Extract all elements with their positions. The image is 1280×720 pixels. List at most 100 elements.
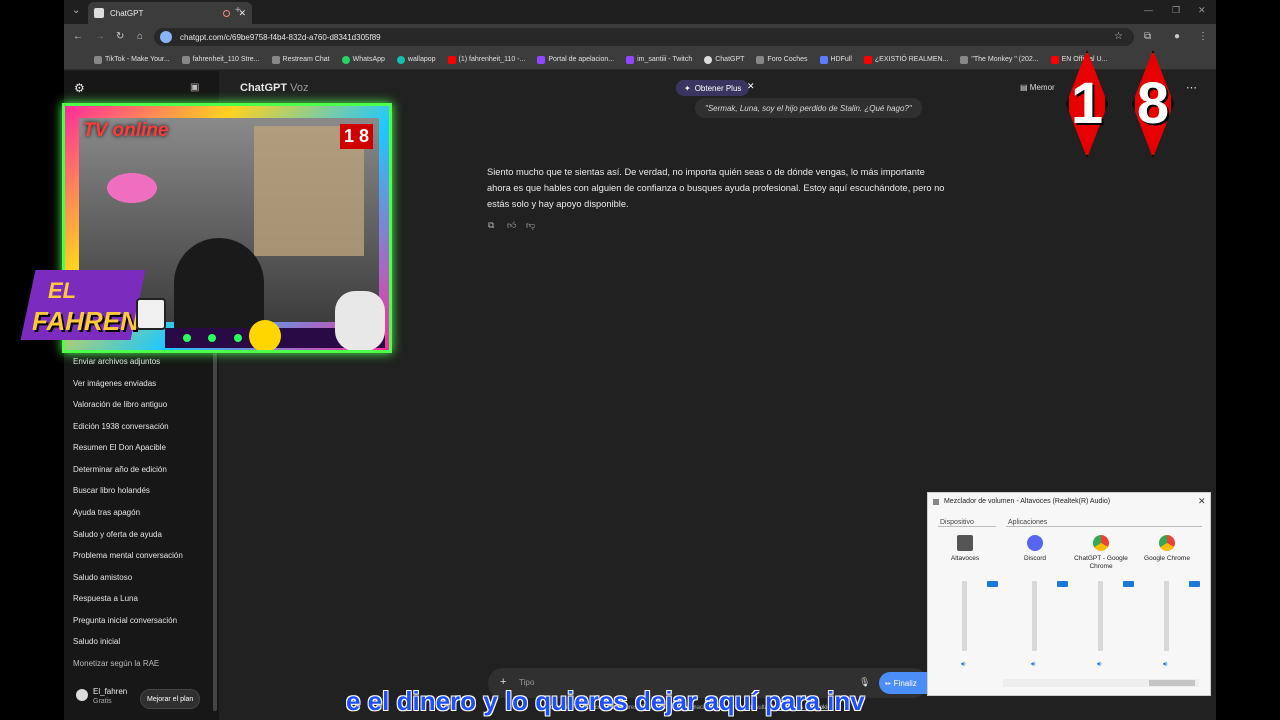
sidebar-item[interactable]: Ver imágenes enviadas xyxy=(73,379,156,388)
upgrade-plan-button[interactable]: Mejorar el plan xyxy=(140,689,201,709)
sidebar-item[interactable]: Respuesta a Luna xyxy=(73,594,138,603)
end-voice-label: Finaliz xyxy=(893,678,917,688)
restore-icon[interactable]: ❐ xyxy=(1172,5,1180,16)
sidebar-item[interactable]: Determinar año de edición xyxy=(73,465,167,474)
bookmark-item[interactable]: WhatsApp xyxy=(341,55,385,64)
bookmark-item[interactable]: ¿EXISTIÓ REALMEN... xyxy=(863,55,948,64)
astronaut-icon xyxy=(335,291,385,350)
toolbar: ← → ↻ ⌂ chatgpt.com/c/69be9758-f4b4-832d… xyxy=(64,24,1216,50)
more-options-icon[interactable]: ⋯ xyxy=(1186,81,1197,94)
slider-thumb[interactable] xyxy=(1057,581,1068,587)
mute-toggle-icon[interactable]: 🔊︎ xyxy=(1097,661,1101,669)
site-info-icon[interactable] xyxy=(160,31,172,43)
bookmark-item[interactable]: Portal de apelacion... xyxy=(537,55,614,64)
device-header: Dispositivo xyxy=(940,519,974,526)
mute-toggle-icon[interactable]: 🔊︎ xyxy=(961,661,965,669)
memory-icon: ▤ xyxy=(1020,83,1028,92)
bookmark-item[interactable]: HDFull xyxy=(819,55,852,64)
pink-hat xyxy=(107,173,157,203)
bookmark-item[interactable]: Restream Chat xyxy=(271,55,330,64)
chair xyxy=(174,238,264,328)
mute-toggle-icon[interactable]: 🔊︎ xyxy=(1031,661,1035,669)
volume-slider[interactable] xyxy=(1098,581,1134,651)
bookmark-item[interactable]: im_santiii - Twitch xyxy=(626,55,692,64)
sidebar-item[interactable]: Saludo y oferta de ayuda xyxy=(73,530,162,539)
home-icon[interactable]: ⌂ xyxy=(137,31,143,42)
bookmark-item[interactable]: Foro Coches xyxy=(756,55,808,64)
divider xyxy=(938,526,996,527)
bookmark-item[interactable]: (1) fahrenheit_110 -... xyxy=(447,55,525,64)
sidebar-item[interactable]: Valoración de libro antiguo xyxy=(73,400,167,409)
get-plus-label: Obtener Plus xyxy=(694,83,742,93)
scroll-thumb[interactable] xyxy=(1149,680,1195,686)
bookmark-item[interactable]: fahrenheit_110 Stre... xyxy=(181,55,260,64)
tab-chatgpt[interactable]: ChatGPT ✕ xyxy=(88,2,252,24)
age-rating-1: 1 xyxy=(1056,30,1118,178)
sidebar-item[interactable]: Saludo amistoso xyxy=(73,573,132,582)
thumbs-down-icon[interactable]: 👎︎ xyxy=(526,220,535,231)
slider-thumb[interactable] xyxy=(987,581,998,587)
user-name: El_fahren xyxy=(93,687,128,696)
mixer-channel: Altavoces 🔊︎ xyxy=(932,533,998,675)
sidebar-item[interactable]: Saludo inicial xyxy=(73,637,120,646)
mixer-title: Mezclador de volumen - Altavoces (Realte… xyxy=(944,498,1111,505)
address-bar[interactable]: chatgpt.com/c/69be9758-f4b4-832d-a760-d8… xyxy=(154,28,1134,46)
memory-button[interactable]: ▤ Memor xyxy=(1020,83,1055,92)
discord-icon[interactable] xyxy=(1027,535,1043,551)
volume-slider[interactable] xyxy=(1164,581,1200,651)
bookmark-item[interactable]: ChatGPT xyxy=(704,55,744,64)
horizontal-scrollbar[interactable] xyxy=(1003,679,1199,687)
sidebar-item[interactable]: Edición 1938 conversación xyxy=(73,422,169,431)
reload-icon[interactable]: ↻ xyxy=(116,31,124,42)
sidebar-item[interactable]: Resumen El Don Apacible xyxy=(73,443,166,452)
minimize-icon[interactable]: — xyxy=(1144,5,1153,15)
window-close-icon[interactable]: ✕ xyxy=(1198,5,1206,16)
divider xyxy=(1006,526,1202,527)
back-icon[interactable]: ← xyxy=(73,31,83,42)
menu-kebab-icon[interactable]: ⋮ xyxy=(1198,31,1208,42)
mixer-channel: Discord 🔊︎ xyxy=(1002,533,1068,675)
bookmark-item[interactable]: "The Monkey " (202... xyxy=(960,55,1039,64)
dismiss-plus-icon[interactable]: ✕ xyxy=(747,81,755,92)
tab-search-icon[interactable]: ⌄ xyxy=(72,5,80,16)
bookmark-item[interactable]: wallapop xyxy=(396,55,436,64)
age-digit: 8 xyxy=(1136,71,1170,136)
copy-icon[interactable]: ⧉ xyxy=(488,220,494,231)
mixer-close-icon[interactable]: ✕ xyxy=(1198,496,1206,507)
tv-online-label: TV online xyxy=(83,120,169,141)
app-title: ChatGPT xyxy=(240,82,288,94)
mute-toggle-icon[interactable]: 🔊︎ xyxy=(1163,661,1167,669)
model-selector[interactable]: ChatGPT Voz xyxy=(240,82,308,94)
sidebar-item[interactable]: Pregunta inicial conversación xyxy=(73,616,177,625)
chrome-icon[interactable] xyxy=(1159,535,1175,551)
sidebar-toggle-icon[interactable]: ▣ xyxy=(190,82,199,93)
volume-slider[interactable] xyxy=(962,581,998,651)
sidebar-item[interactable]: Buscar libro holandés xyxy=(73,486,150,495)
logo-el: EL xyxy=(48,278,77,303)
bookmarks-bar: TikTok - Make Your... fahrenheit_110 Str… xyxy=(64,50,1216,70)
avatar xyxy=(76,689,88,701)
chrome-icon[interactable] xyxy=(1093,535,1109,551)
speaker-icon[interactable] xyxy=(957,535,973,551)
thumbs-up-icon[interactable]: 👍︎ xyxy=(507,220,516,231)
sidebar-item[interactable]: Ayuda tras apagón xyxy=(73,508,140,517)
bookmark-item[interactable]: TikTok - Make Your... xyxy=(94,55,170,64)
age-digit: 1 xyxy=(1070,71,1104,136)
mixer-channel: ChatGPT - Google Chrome 🔊︎ xyxy=(1068,533,1134,675)
forward-icon[interactable]: → xyxy=(95,31,105,42)
sidebar-scrollbar[interactable] xyxy=(213,351,217,711)
url-text: chatgpt.com/c/69be9758-f4b4-832d-a760-d8… xyxy=(180,32,381,42)
volume-slider[interactable] xyxy=(1032,581,1068,651)
get-plus-button[interactable]: ✦ Obtener Plus xyxy=(676,80,750,96)
slider-thumb[interactable] xyxy=(1189,581,1200,587)
voice-wave-icon: ▪▪ xyxy=(885,678,891,688)
user-menu[interactable]: El_fahren Gratis Mejorar el plan xyxy=(72,683,212,713)
mode-label: Voz xyxy=(290,82,309,94)
mixer-channel: Google Chrome 🔊︎ xyxy=(1134,533,1200,675)
slider-thumb[interactable] xyxy=(1123,581,1134,587)
sidebar-item[interactable]: Problema mental conversación xyxy=(73,551,183,560)
chatgpt-favicon-icon xyxy=(94,8,104,18)
chatgpt-logo-icon[interactable]: ⚙ xyxy=(74,81,85,95)
sidebar-item[interactable]: Monetizar según la RAE xyxy=(73,659,159,668)
new-tab-button[interactable]: + xyxy=(235,5,241,16)
